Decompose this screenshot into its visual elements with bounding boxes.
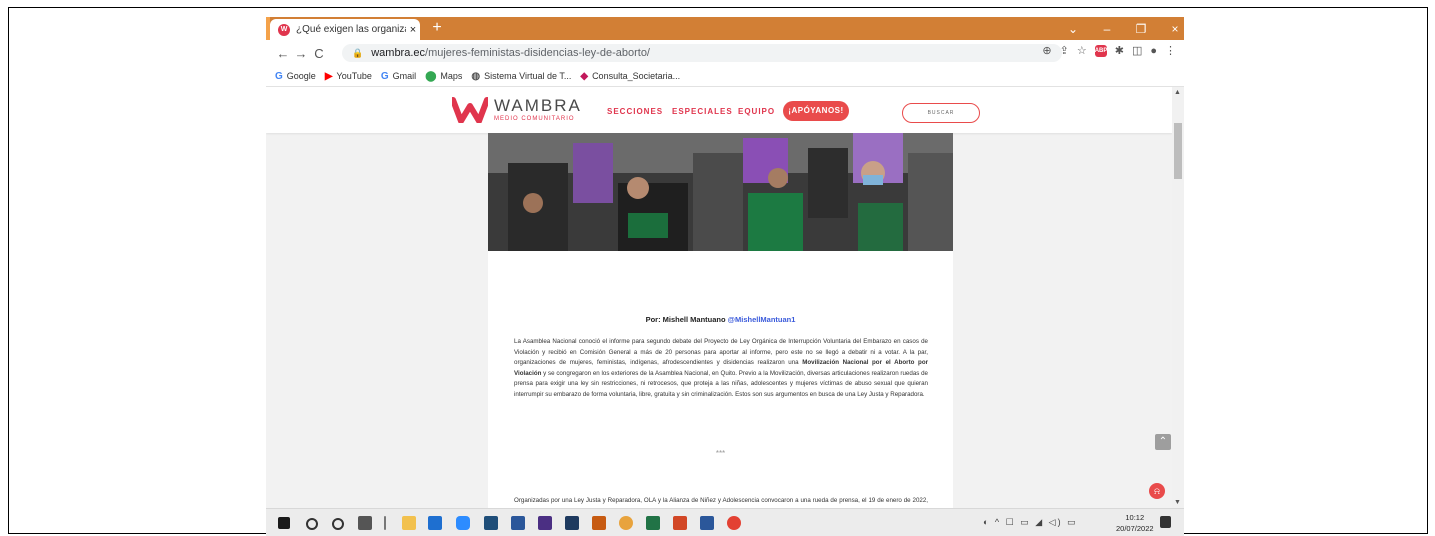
menu-icon[interactable]: ⋮ <box>1165 44 1176 57</box>
excel-icon[interactable] <box>646 516 660 530</box>
page-scrollbar[interactable]: ▲ ▼ <box>1172 87 1184 508</box>
bookmark-item[interactable]: ⬤ Maps <box>425 71 462 82</box>
bookmark-label: YouTube <box>336 71 372 81</box>
wambra-logo-icon[interactable] <box>452 97 488 123</box>
reload-icon[interactable]: C <box>310 46 328 61</box>
bookmark-label: Sistema Virtual de T... <box>484 71 572 81</box>
site-brand-subtitle: MEDIO COMUNITARIO <box>494 116 575 122</box>
article-paragraph-1: La Asamblea Nacional conoció el informe … <box>514 337 928 400</box>
bookmarks-bar: G Google ▶ YouTube G Gmail ⬤ Maps ◍ Sistema Virtu… <box>266 66 1184 87</box>
store-icon[interactable] <box>428 516 442 530</box>
file-explorer-icon[interactable] <box>402 516 416 530</box>
hero-photo <box>488 133 953 251</box>
share-icon[interactable]: ⇪ <box>1060 44 1069 57</box>
chrome-icon[interactable] <box>727 516 741 530</box>
support-button[interactable]: ¡APÓYANOS! <box>783 101 849 121</box>
close-window-icon[interactable]: × <box>1158 22 1184 36</box>
author-handle-link[interactable]: @MishellMantuan1 <box>728 315 796 324</box>
bookmark-item[interactable]: G Google <box>275 71 316 82</box>
profile-avatar-icon[interactable]: ● <box>1150 45 1157 57</box>
web-page: WAMBRA MEDIO COMUNITARIO SECCIONES ESPEC… <box>266 87 1172 508</box>
address-bar[interactable]: 🔒 wambra.ec/mujeres-feministas-disidenci… <box>342 44 1062 62</box>
clock-date: 20/07/2022 <box>1116 524 1154 533</box>
premiere-icon[interactable] <box>538 516 552 530</box>
adblock-icon[interactable]: ABP <box>1094 44 1107 57</box>
url-path: /mujeres-feministas-disidencias-ley-de-a… <box>425 47 650 59</box>
article-paragraph-2: Organizadas por una Ley Justa y Reparado… <box>514 497 928 508</box>
cortana-icon[interactable] <box>332 518 344 530</box>
nav-especiales[interactable]: ESPECIALES <box>672 107 733 116</box>
notification-center-icon[interactable] <box>1160 516 1171 528</box>
taskbar-clock[interactable]: 10:12 20/07/2022 <box>1116 512 1154 534</box>
toolbar-icons: ⊕ ⇪ ☆ ABP ✱ ◫ ● ⋮ <box>1042 44 1176 57</box>
wambra-favicon-icon: W <box>278 23 290 36</box>
bookmark-label: Consulta_Societaria... <box>592 71 681 81</box>
new-tab-button[interactable]: + <box>429 19 445 37</box>
zoom-icon[interactable]: ⊕ <box>1042 44 1051 57</box>
article-separator: *** <box>715 449 726 458</box>
browser-window: W ¿Qué exigen las organizaciones c × + ⌄… <box>266 17 1184 536</box>
url-host: wambra.ec <box>371 47 426 59</box>
scrollbar-thumb[interactable] <box>1174 123 1182 179</box>
google-icon: G <box>275 70 283 82</box>
window-controls: ⌄ – ❐ × <box>1056 17 1184 40</box>
nav-equipo[interactable]: EQUIPO <box>738 107 775 116</box>
illustrator-icon[interactable] <box>592 516 606 530</box>
maps-icon: ⬤ <box>425 70 437 82</box>
site-header: WAMBRA MEDIO COMUNITARIO SECCIONES ESPEC… <box>266 87 1172 133</box>
bookmark-item[interactable]: ▶ YouTube <box>325 71 372 82</box>
bookmark-item[interactable]: ◆ Consulta_Societaria... <box>580 71 680 82</box>
task-view-icon[interactable] <box>358 516 372 530</box>
paragraph-1-text-b: y se congregaron en los exteriores de la… <box>514 369 928 398</box>
notification-bell-button[interactable]: ⍾ <box>1149 483 1165 499</box>
scroll-down-icon[interactable]: ▼ <box>1174 499 1181 506</box>
windows-taskbar: ◐ ^ ☐ ▭ ◢ ◁) ▭ 10:12 20/07/2022 <box>266 508 1184 536</box>
bookmark-label: Maps <box>440 71 463 81</box>
bookmark-item[interactable]: ◍ Sistema Virtual de T... <box>471 71 571 82</box>
system-tray[interactable]: ◐ ^ ☐ ▭ ◢ ◁) ▭ <box>983 517 1078 528</box>
article-byline: Por: Mishell Mantuano @MishellMantuan1 <box>488 315 953 324</box>
clock-time: 10:12 <box>1125 513 1145 522</box>
bookmark-label: Gmail <box>392 71 417 81</box>
scroll-up-icon[interactable]: ▲ <box>1174 89 1181 96</box>
bookmark-label: Google <box>286 71 316 81</box>
author-name: Por: Mishell Mantuano <box>645 315 728 324</box>
bookmark-star-icon[interactable]: ☆ <box>1077 44 1087 57</box>
diamond-icon: ◆ <box>580 70 589 82</box>
restore-icon[interactable]: ❐ <box>1124 22 1158 36</box>
zoom-app-icon[interactable] <box>456 516 470 530</box>
forward-icon[interactable]: → <box>292 46 310 61</box>
search-icon[interactable] <box>306 518 318 530</box>
browser-toolbar: ← → C 🔒 wambra.ec/mujeres-feministas-dis… <box>266 40 1184 66</box>
side-panel-icon[interactable]: ◫ <box>1132 44 1142 57</box>
taskbar-divider-icon <box>384 516 386 530</box>
site-brand[interactable]: WAMBRA <box>494 96 582 116</box>
tab-title: ¿Qué exigen las organizaciones c <box>296 24 406 35</box>
back-to-top-button[interactable]: ⌃ <box>1155 434 1171 450</box>
nav-secciones[interactable]: SECCIONES <box>607 107 663 116</box>
youtube-icon: ▶ <box>324 70 333 82</box>
bookmark-item[interactable]: G Gmail <box>381 71 416 82</box>
photoshop-icon[interactable] <box>565 516 579 530</box>
windows-start-icon[interactable] <box>278 517 290 529</box>
lightroom-icon[interactable] <box>511 516 525 530</box>
word-icon[interactable] <box>700 516 714 530</box>
globe-icon: ◍ <box>471 70 481 82</box>
app-icon[interactable] <box>484 516 498 530</box>
search-input[interactable]: BUSCAR <box>902 103 980 123</box>
powerpoint-icon[interactable] <box>673 516 687 530</box>
tab-search-icon[interactable]: ⌄ <box>1056 22 1090 36</box>
chrome-alt-icon[interactable] <box>619 516 633 530</box>
back-icon[interactable]: ← <box>274 46 292 61</box>
article: Por: Mishell Mantuano @MishellMantuan1 L… <box>488 133 953 508</box>
close-tab-icon[interactable]: × <box>406 24 420 36</box>
extensions-icon[interactable]: ✱ <box>1115 44 1124 57</box>
tab-strip: W ¿Qué exigen las organizaciones c × + ⌄… <box>266 17 1184 40</box>
browser-tab[interactable]: W ¿Qué exigen las organizaciones c × <box>270 19 420 40</box>
gmail-icon: G <box>380 70 389 82</box>
lock-icon: 🔒 <box>352 47 364 58</box>
minimize-icon[interactable]: – <box>1090 22 1124 36</box>
